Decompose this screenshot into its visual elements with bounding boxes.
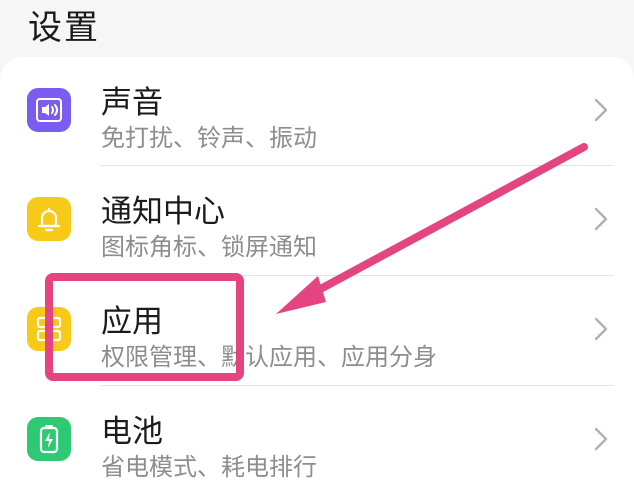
settings-item-apps[interactable]: 应用 权限管理、默认应用、应用分身 (0, 276, 634, 386)
chevron-right-icon (594, 207, 608, 231)
settings-item-title: 通知中心 (101, 194, 225, 230)
bell-icon (27, 197, 71, 241)
speaker-icon (27, 88, 71, 132)
settings-item-title: 声音 (101, 85, 163, 121)
settings-item-battery[interactable]: 电池 省电模式、耗电排行 (0, 386, 634, 494)
settings-item-subtitle: 免打扰、铃声、振动 (101, 124, 317, 152)
settings-item-subtitle: 省电模式、耗电排行 (101, 453, 317, 481)
battery-icon (27, 417, 71, 461)
settings-item-title: 应用 (101, 304, 163, 340)
settings-item-sound[interactable]: 声音 免打扰、铃声、振动 (0, 57, 634, 167)
apps-grid-icon (27, 307, 71, 351)
chevron-right-icon (594, 98, 608, 122)
page-title: 设置 (28, 8, 100, 48)
chevron-right-icon (594, 317, 608, 341)
settings-item-notification-center[interactable]: 通知中心 图标角标、锁屏通知 (0, 166, 634, 276)
settings-item-subtitle: 权限管理、默认应用、应用分身 (101, 343, 437, 371)
settings-item-title: 电池 (101, 414, 163, 450)
settings-item-subtitle: 图标角标、锁屏通知 (101, 233, 317, 261)
chevron-right-icon (594, 427, 608, 451)
